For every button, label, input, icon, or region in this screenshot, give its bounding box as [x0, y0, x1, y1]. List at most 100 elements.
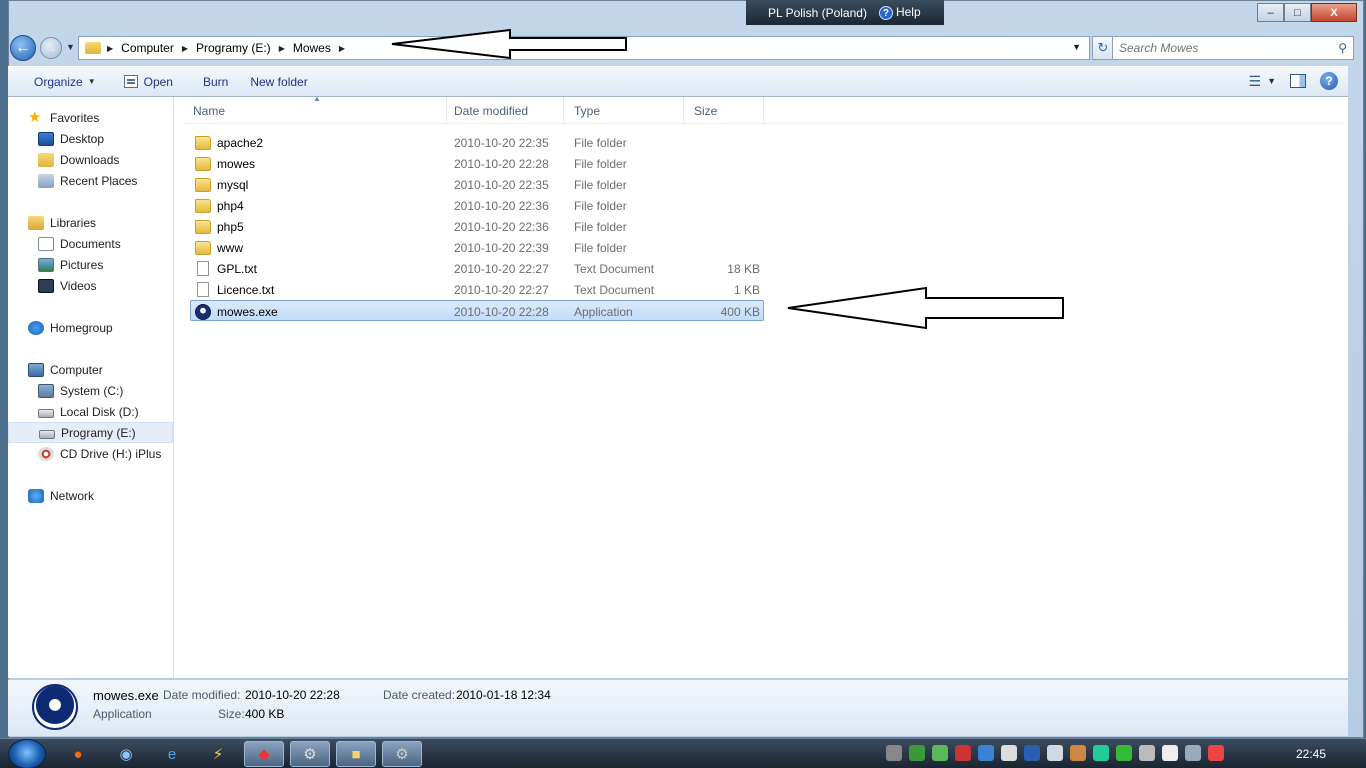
network-icon	[28, 488, 44, 503]
nav-homegroup[interactable]: Homegroup	[8, 317, 173, 338]
tray-icon[interactable]	[1093, 745, 1109, 761]
nav-item-videos[interactable]: Videos	[8, 275, 173, 296]
file-row-mowes[interactable]: mowes 2010-10-20 22:28 File folder	[183, 153, 1343, 174]
nav-item-documents[interactable]: Documents	[8, 233, 173, 254]
refresh-button[interactable]: ↻	[1092, 36, 1114, 60]
help-link[interactable]: ? Help	[878, 5, 921, 21]
column-header-name[interactable]: Name ▲	[183, 94, 447, 124]
column-header-date[interactable]: Date modified	[444, 97, 564, 124]
nav-item-downloads[interactable]: Downloads	[8, 149, 173, 170]
nav-item-recent-places[interactable]: Recent Places	[8, 170, 173, 191]
breadcrumb-computer[interactable]: Computer	[121, 41, 174, 55]
nav-label: Computer	[50, 362, 103, 377]
network-tray-icon[interactable]	[1185, 745, 1201, 761]
search-icon[interactable]: ⚲	[1338, 41, 1347, 55]
folder-icon	[195, 240, 211, 255]
change-view-icon[interactable]: ☰	[1249, 73, 1262, 90]
chevron-down-icon: ▼	[87, 77, 96, 86]
tray-icon[interactable]	[932, 745, 948, 761]
internet-explorer-icon[interactable]: e	[152, 741, 192, 767]
file-date: 2010-10-20 22:28	[454, 156, 549, 171]
file-row-licence-txt[interactable]: Licence.txt 2010-10-20 22:27 Text Docume…	[183, 279, 1343, 300]
help-icon[interactable]: ?	[1320, 72, 1338, 90]
breadcrumb-programy[interactable]: Programy (E:)	[196, 41, 271, 55]
address-dropdown-icon[interactable]: ▼	[1072, 42, 1081, 52]
battery-icon[interactable]	[1162, 745, 1178, 761]
tray-icon[interactable]	[1024, 745, 1040, 761]
preview-pane-icon[interactable]	[1290, 74, 1306, 88]
search-input[interactable]	[1113, 37, 1323, 59]
tools-app-icon[interactable]: ⚙	[290, 741, 330, 767]
folder-icon	[85, 42, 101, 54]
window-controls: – □ X	[1257, 3, 1357, 22]
nav-label: CD Drive (H:) iPlus	[60, 446, 162, 461]
downloads-folder-icon	[38, 152, 54, 167]
nav-item-pictures[interactable]: Pictures	[8, 254, 173, 275]
file-row-gpl-txt[interactable]: GPL.txt 2010-10-20 22:27 Text Document 1…	[183, 258, 1343, 279]
organize-label: Organize	[34, 74, 83, 89]
tray-icon[interactable]	[1139, 745, 1155, 761]
language-label[interactable]: PL Polish (Poland)	[768, 6, 867, 20]
column-header-size[interactable]: Size	[684, 97, 764, 124]
file-size	[694, 216, 760, 237]
start-button[interactable]	[8, 739, 46, 768]
file-row-php5[interactable]: php5 2010-10-20 22:36 File folder	[183, 216, 1343, 237]
recent-pages-dropdown[interactable]: ▼	[66, 42, 75, 52]
file-date: 2010-10-20 22:27	[454, 261, 549, 276]
forward-button[interactable]: →	[40, 37, 62, 59]
nav-libraries[interactable]: Libraries	[8, 212, 173, 233]
view-options-chevron-icon[interactable]: ▼	[1267, 76, 1276, 86]
language-bar[interactable]: PL Polish (Poland) ? Help	[746, 0, 944, 25]
breadcrumb-chevron-icon[interactable]: ▶	[279, 44, 285, 53]
nav-item-cd-drive-h[interactable]: CD Drive (H:) iPlus	[8, 443, 173, 464]
tray-icon[interactable]	[1047, 745, 1063, 761]
file-row-www[interactable]: www 2010-10-20 22:39 File folder	[183, 237, 1343, 258]
breadcrumb-mowes[interactable]: Mowes	[293, 41, 331, 55]
breadcrumb-chevron-icon[interactable]: ▶	[107, 44, 113, 53]
firefox-icon[interactable]: ●	[58, 741, 98, 767]
search-box[interactable]: ⚲	[1112, 36, 1354, 60]
computer-icon	[28, 362, 44, 377]
nav-network[interactable]: Network	[8, 485, 173, 506]
tray-icon[interactable]	[955, 745, 971, 761]
open-label: Open	[143, 74, 173, 89]
organize-button[interactable]: Organize ▼	[8, 67, 106, 96]
close-button[interactable]: X	[1311, 3, 1357, 22]
explorer-folder-icon[interactable]: ■	[336, 741, 376, 767]
file-date: 2010-10-20 22:28	[454, 304, 549, 319]
column-header-type[interactable]: Type	[564, 97, 684, 124]
file-row-php4[interactable]: php4 2010-10-20 22:36 File folder	[183, 195, 1343, 216]
tray-icon[interactable]	[1001, 745, 1017, 761]
tray-icon[interactable]	[978, 745, 994, 761]
back-button[interactable]: ←	[10, 35, 36, 61]
volume-muted-icon[interactable]	[1208, 745, 1224, 761]
clock[interactable]: 22:45	[1296, 747, 1326, 761]
burn-button[interactable]: Burn	[183, 67, 238, 96]
folder-icon	[195, 156, 211, 171]
breadcrumb-chevron-icon[interactable]: ▶	[182, 44, 188, 53]
nav-item-programy-e[interactable]: Programy (E:)	[8, 422, 173, 443]
nav-computer[interactable]: Computer	[8, 359, 173, 380]
nav-item-system-c[interactable]: System (C:)	[8, 380, 173, 401]
open-button[interactable]: Open	[106, 67, 183, 96]
lightning-app-icon[interactable]: ⚡	[198, 741, 238, 767]
tray-icon[interactable]	[1116, 745, 1132, 761]
maximize-button[interactable]: □	[1284, 3, 1311, 22]
cd-drive-icon	[38, 446, 54, 461]
settings-app-icon[interactable]: ⚙	[382, 741, 422, 767]
file-row-mysql[interactable]: mysql 2010-10-20 22:35 File folder	[183, 174, 1343, 195]
nav-item-desktop[interactable]: Desktop	[8, 128, 173, 149]
app-icon[interactable]: ◆	[244, 741, 284, 767]
breadcrumb-chevron-icon[interactable]: ▶	[339, 44, 345, 53]
nav-favorites[interactable]: ★ Favorites	[8, 107, 173, 128]
nav-item-local-disk-d[interactable]: Local Disk (D:)	[8, 401, 173, 422]
file-row-apache2[interactable]: apache2 2010-10-20 22:35 File folder	[183, 132, 1343, 153]
file-row-mowes-exe[interactable]: mowes.exe 2010-10-20 22:28 Application 4…	[190, 300, 764, 321]
tray-icon[interactable]	[909, 745, 925, 761]
tray-icon[interactable]	[886, 745, 902, 761]
browser-icon[interactable]: ◉	[106, 741, 146, 767]
new-folder-button[interactable]: New folder	[238, 67, 317, 96]
minimize-button[interactable]: –	[1257, 3, 1284, 22]
tray-icon[interactable]	[1070, 745, 1086, 761]
nav-label: Recent Places	[60, 173, 138, 188]
